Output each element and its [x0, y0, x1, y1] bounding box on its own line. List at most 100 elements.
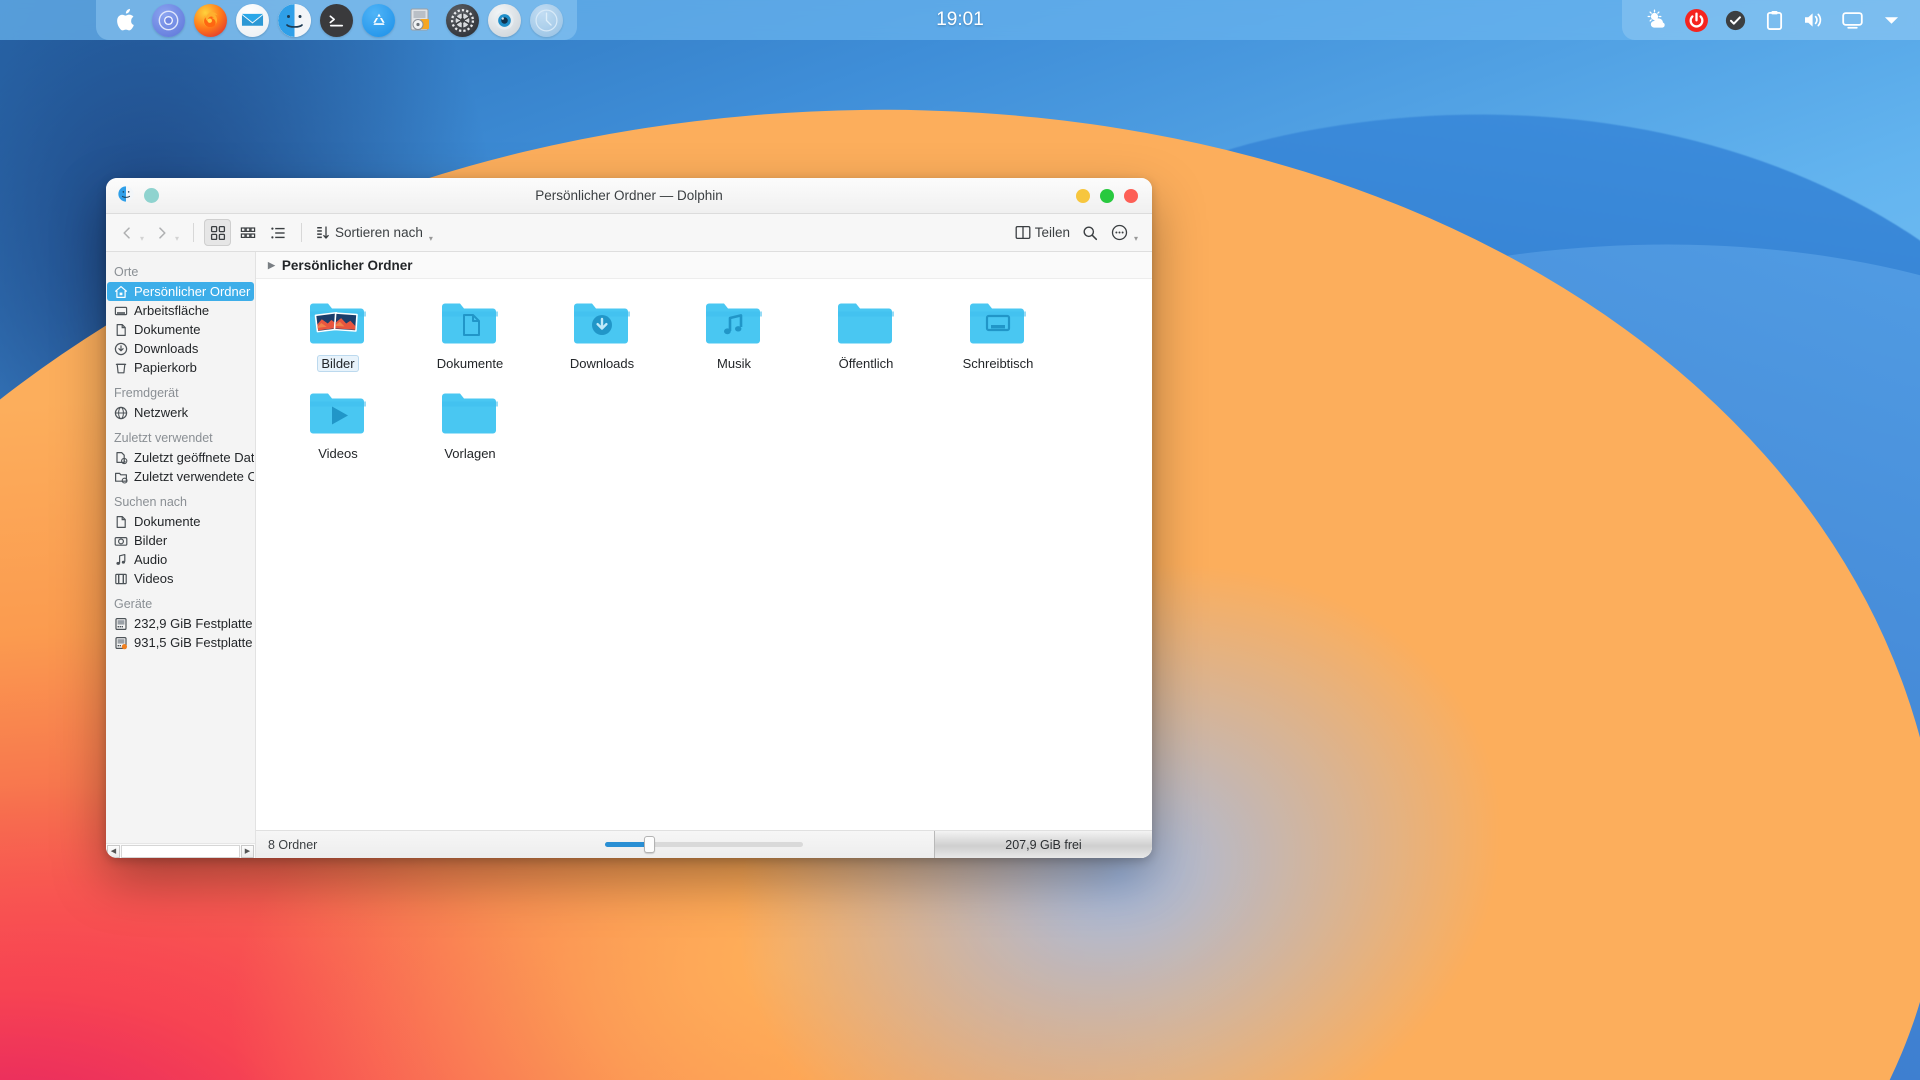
sort-label: Sortieren nach [335, 225, 423, 240]
sidebar-item-label: Papierkorb [134, 360, 197, 375]
scroll-right-icon[interactable]: ▶ [241, 844, 254, 858]
file-item-schreibtisch[interactable]: Schreibtisch [932, 293, 1064, 381]
back-caret-icon: ▾ [140, 234, 145, 243]
dock-item-finder[interactable] [278, 3, 311, 37]
sidebar-item-recent-files[interactable]: Zuletzt geöffnete Dateien [107, 448, 254, 467]
file-item-musik[interactable]: Musik [668, 293, 800, 381]
harddisk-mounted-icon [113, 635, 128, 650]
sidebar-group-title: Geräte [114, 597, 153, 611]
folder-desktop-icon [965, 297, 1031, 351]
sidebar-item-label: 931,5 GiB Festplatte [134, 635, 253, 650]
file-item-label: Schreibtisch [962, 356, 1034, 371]
file-item-vorlagen[interactable]: Vorlagen [404, 383, 536, 471]
desktop: 19:01 Persönlicher Ordner — Dolphin ▾ ▾ … [0, 0, 1920, 1080]
sidebar-item-search-documents[interactable]: Dokumente [107, 512, 254, 531]
file-item-label: Bilder [317, 355, 359, 372]
scrollbar-track[interactable] [121, 844, 240, 858]
sidebar-item-label: Netzwerk [134, 405, 189, 420]
clipboard-icon[interactable] [1761, 7, 1787, 33]
sidebar-item-label: Persönlicher Ordner [134, 284, 251, 299]
view-details-button[interactable] [264, 219, 291, 246]
show-hidden-icon[interactable] [1878, 7, 1904, 33]
sidebar-item-search-audio[interactable]: Audio [107, 550, 254, 569]
sidebar-item-search-pictures[interactable]: Bilder [107, 531, 254, 550]
file-item-downloads[interactable]: Downloads [536, 293, 668, 381]
sidebar-item-label: Bilder [134, 533, 168, 548]
file-item-dokumente[interactable]: Dokumente [404, 293, 536, 381]
window-extra-button[interactable] [144, 188, 159, 203]
item-count-label: 8 Ordner [268, 837, 318, 852]
sidebar-group-title: Suchen nach [114, 495, 187, 509]
file-item-label: Vorlagen [444, 446, 496, 461]
dolphin-window: Persönlicher Ordner — Dolphin ▾ ▾ Sortie… [106, 178, 1152, 858]
sidebar-group-title: Zuletzt verwendet [114, 431, 213, 445]
dock-item-terminal[interactable] [320, 3, 353, 37]
desktop-icon [113, 303, 128, 318]
zoom-slider-fill [605, 842, 649, 847]
sidebar-item-recent-places[interactable]: Zuletzt verwendete Orte [107, 467, 254, 486]
file-item-videos[interactable]: Videos [272, 383, 404, 471]
dock-item-apple-menu[interactable] [110, 4, 143, 37]
sidebar-item-label: Zuletzt verwendete Orte [134, 469, 254, 484]
view-icons-button[interactable] [204, 219, 232, 246]
dock-item-app-store[interactable] [362, 3, 395, 37]
sidebar-item-label: Zuletzt geöffnete Dateien [134, 450, 254, 465]
sidebar-group-title: Fremdgerät [114, 386, 179, 400]
file-item-label: Downloads [569, 356, 635, 371]
recent-places-icon [113, 469, 128, 484]
minimize-button[interactable] [1076, 188, 1090, 203]
breadcrumb-expand-icon[interactable]: ▶ [268, 260, 275, 271]
maximize-button[interactable] [1100, 188, 1114, 203]
status-bar: 8 Ordner 207,9 GiB frei [256, 830, 1152, 858]
display-icon[interactable] [1839, 7, 1865, 33]
sort-caret-icon: ▾ [428, 234, 433, 243]
menu-button[interactable]: ▾ [1107, 219, 1142, 246]
back-button[interactable]: ▾ [116, 219, 148, 246]
dolphin-toolbar: ▾ ▾ Sortieren nach ▾ Teilen ▾ [106, 214, 1152, 252]
sidebar-item-home[interactable]: Persönlicher Ordner [107, 282, 254, 301]
sidebar-item-network[interactable]: Netzwerk [107, 403, 254, 422]
dock-item-system-settings[interactable] [446, 3, 479, 37]
zoom-slider-handle[interactable] [643, 836, 655, 853]
breadcrumb-root[interactable]: Persönlicher Ordner [282, 258, 413, 273]
window-titlebar[interactable]: Persönlicher Ordner — Dolphin [106, 178, 1152, 214]
updates-icon[interactable] [1722, 7, 1748, 33]
dock-item-preview[interactable] [488, 3, 521, 37]
sidebar-item-documents[interactable]: Dokumente [107, 320, 254, 339]
sidebar-horizontal-scrollbar[interactable]: ◀ ▶ [106, 843, 255, 858]
breadcrumb[interactable]: ▶ Persönlicher Ordner [256, 252, 1152, 279]
dock-item-mail[interactable] [236, 3, 269, 37]
sidebar-group-title: Orte [114, 265, 139, 279]
zoom-slider[interactable] [605, 836, 803, 853]
file-list[interactable]: Bilder Dokumente Downloads Musik Öffentl… [256, 279, 1152, 830]
sidebar-item-label: Dokumente [134, 514, 201, 529]
dock-item-software-manager[interactable] [404, 4, 437, 37]
home-icon [113, 284, 128, 299]
sidebar-item-search-videos[interactable]: Videos [107, 569, 254, 588]
view-compact-button[interactable] [234, 219, 261, 246]
volume-icon[interactable] [1800, 7, 1826, 33]
dock [96, 0, 577, 40]
dock-item-chromium[interactable] [152, 3, 185, 37]
sort-button[interactable]: Sortieren nach ▾ [312, 219, 437, 246]
sidebar-item-label: Audio [134, 552, 168, 567]
sidebar-item-desktop[interactable]: Arbeitsfläche [107, 301, 254, 320]
dock-item-clock-app[interactable] [530, 3, 563, 37]
sidebar-item-disk-1[interactable]: 232,9 GiB Festplatte [107, 614, 254, 633]
split-view-button[interactable]: Teilen [1011, 219, 1074, 246]
film-icon [113, 571, 128, 586]
scroll-left-icon[interactable]: ◀ [107, 844, 120, 858]
harddisk-icon [113, 616, 128, 631]
file-item-bilder[interactable]: Bilder [272, 293, 404, 381]
weather-icon[interactable] [1644, 7, 1670, 33]
file-item-oeffentlich[interactable]: Öffentlich [800, 293, 932, 381]
search-icon[interactable] [1077, 219, 1104, 246]
zoom-slider-track[interactable] [605, 836, 803, 853]
power-icon[interactable] [1683, 7, 1709, 33]
close-button[interactable] [1124, 188, 1138, 203]
sidebar-item-downloads[interactable]: Downloads [107, 339, 254, 358]
forward-button[interactable]: ▾ [151, 219, 183, 246]
sidebar-item-trash[interactable]: Papierkorb [107, 358, 254, 377]
dock-item-firefox[interactable] [194, 3, 227, 37]
sidebar-item-disk-2[interactable]: 931,5 GiB Festplatte [107, 633, 254, 652]
